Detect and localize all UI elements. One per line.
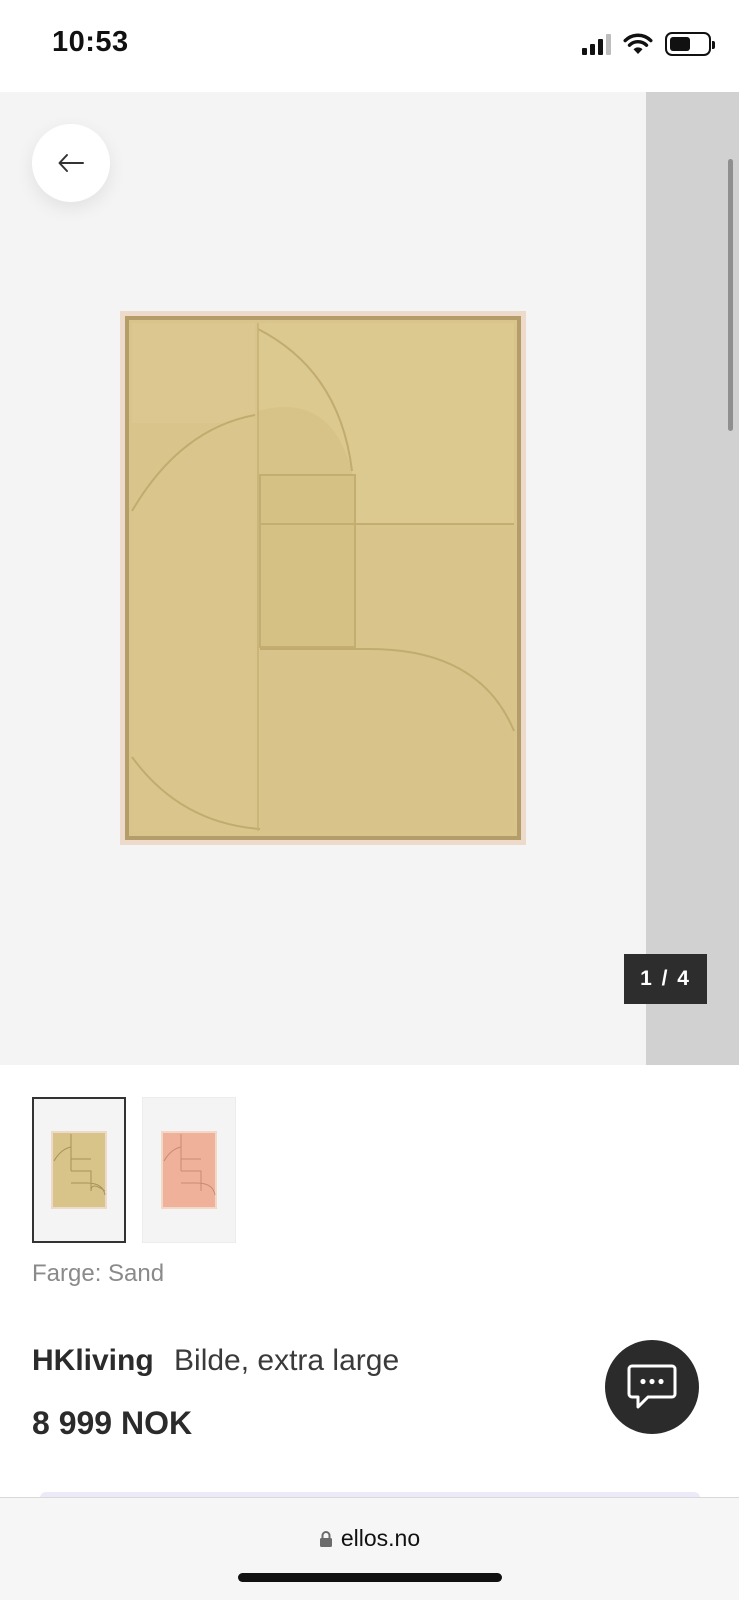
lock-icon [319,1530,332,1547]
product-image[interactable] [120,311,526,845]
product-name: Bilde, extra large [174,1344,400,1377]
status-time: 10:53 [52,26,129,58]
home-indicator[interactable] [238,1573,502,1582]
next-image-peek[interactable] [646,92,739,1065]
chat-button[interactable] [605,1340,699,1434]
wifi-icon [623,33,653,54]
url-display[interactable]: ellos.no [0,1525,739,1552]
product-image-gallery[interactable]: 1 / 4 [0,92,739,1065]
status-bar: 10:53 [0,0,739,92]
thumbnail-image [51,1131,107,1209]
status-icons [582,32,715,56]
selected-color-label: Farge: Sand [32,1260,165,1287]
image-counter: 1 / 4 [624,954,707,1004]
arrow-left-icon [58,154,84,172]
browser-address-bar[interactable]: ellos.no [0,1497,739,1600]
color-variant-pink[interactable] [142,1097,236,1243]
color-variant-sand[interactable] [32,1097,126,1243]
back-button[interactable] [32,124,110,202]
product-title: HKliving Bilde, extra large [32,1344,399,1378]
chat-bubble-icon [627,1364,677,1409]
brand-name[interactable]: HKliving [32,1344,154,1377]
scroll-indicator [728,159,733,431]
battery-icon [665,32,715,56]
product-price: 8 999 NOK [32,1405,193,1441]
color-variant-list [32,1097,236,1243]
cellular-signal-icon [582,33,611,55]
url-text: ellos.no [340,1525,421,1551]
thumbnail-image [161,1131,217,1209]
